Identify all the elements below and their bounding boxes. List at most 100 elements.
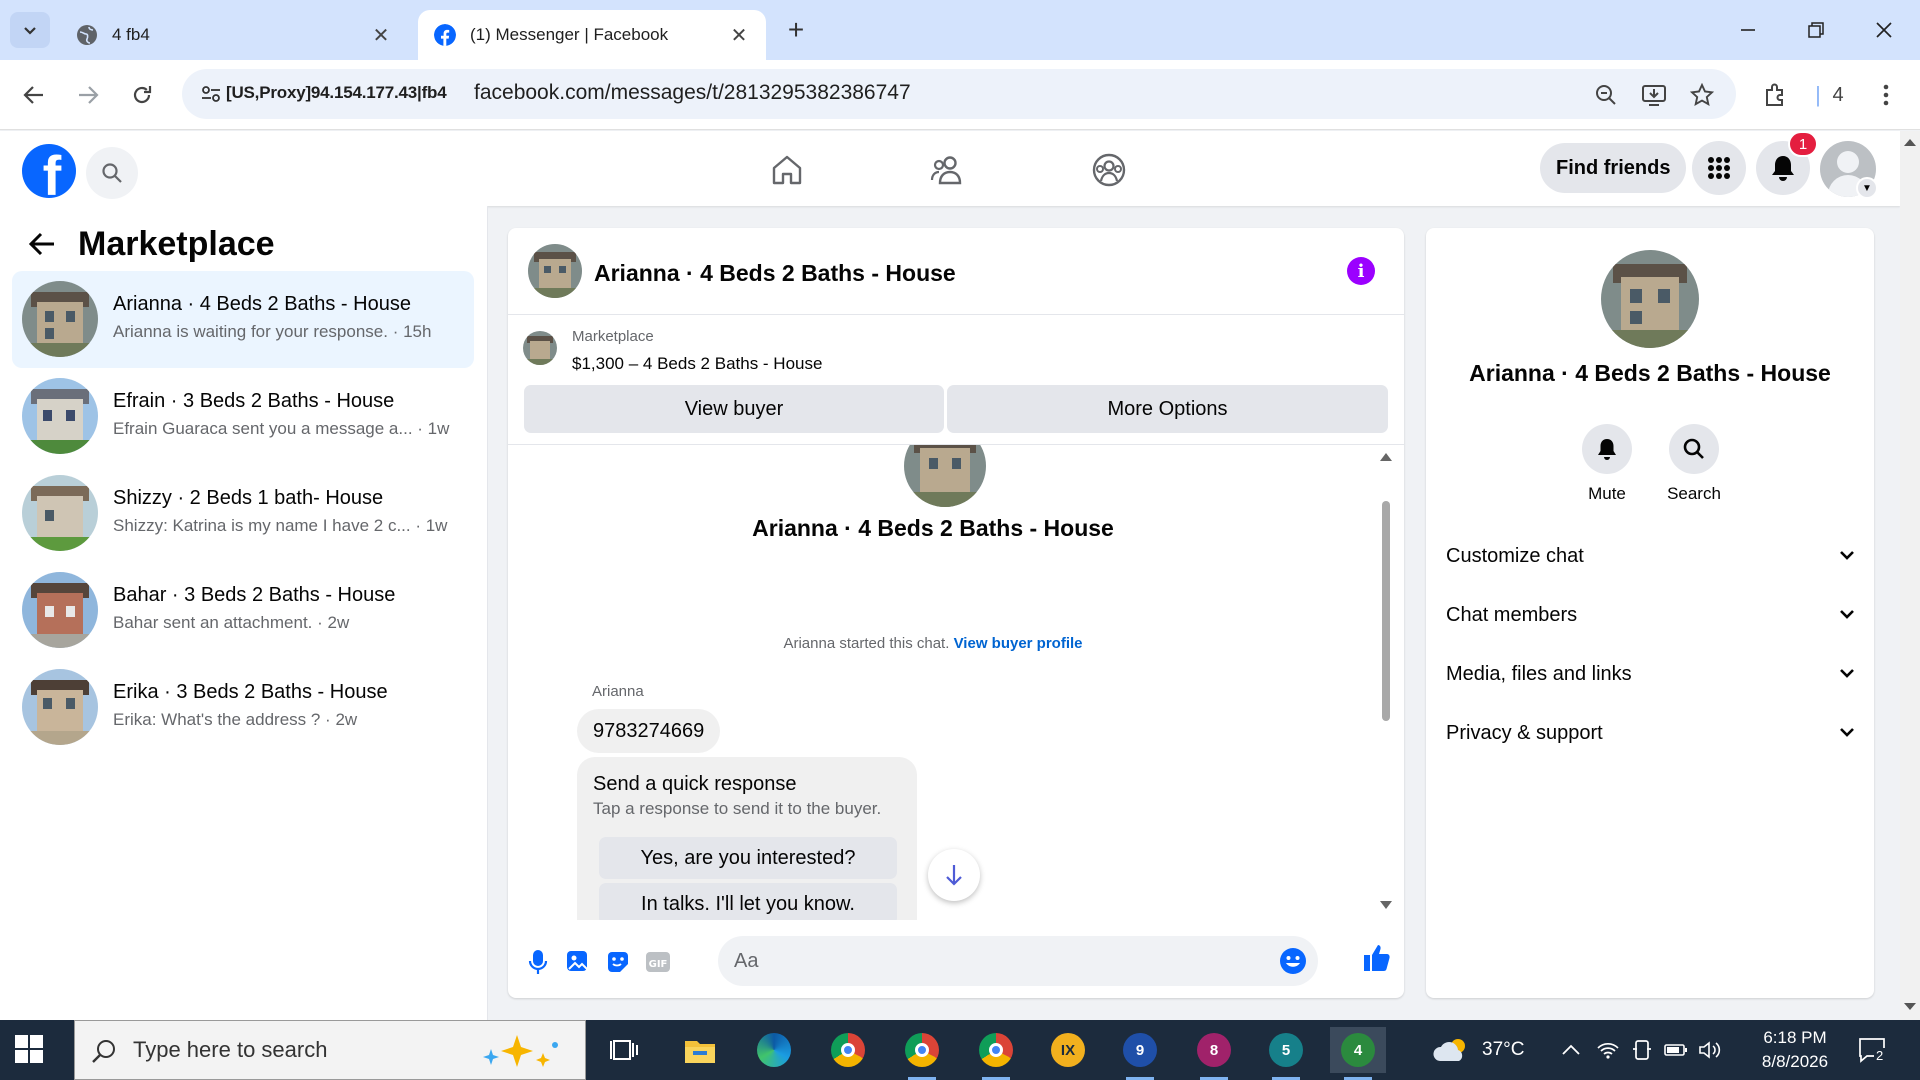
back-arrow-icon[interactable] — [22, 224, 62, 264]
restore-icon — [1808, 22, 1824, 38]
tab-title: 4 fb4 — [112, 25, 150, 44]
minimize-button[interactable] — [1730, 14, 1766, 46]
view-buyer-profile-link[interactable]: View buyer profile — [954, 635, 1083, 652]
sidebar-header: Marketplace — [22, 224, 275, 264]
conversation-item[interactable]: Bahar · 3 Beds 2 Baths - House Bahar sen… — [12, 562, 474, 659]
menu-button[interactable] — [1692, 141, 1746, 195]
tab-fb4[interactable]: 4 fb4 ✕ — [60, 10, 408, 60]
notification-badge: 1 — [1788, 131, 1818, 157]
browser-profile-8-button[interactable]: 8 — [1186, 1027, 1242, 1080]
notification-center-button[interactable]: 2 — [1858, 1036, 1888, 1064]
listing-thumbnail — [22, 281, 98, 357]
info-icon[interactable]: i — [1347, 257, 1375, 285]
edge-button[interactable] — [746, 1027, 802, 1073]
conversation-info-panel: Arianna · 4 Beds 2 Baths - House Mute Se… — [1426, 228, 1874, 998]
url-text[interactable]: facebook.com/messages/t/2813295382386747 — [474, 81, 911, 105]
back-button[interactable] — [16, 77, 52, 113]
mute-button[interactable]: Mute — [1567, 424, 1647, 504]
address-bar[interactable]: [US,Proxy]94.154.177.43|fb4 facebook.com… — [182, 69, 1736, 119]
volume-icon[interactable] — [1698, 1040, 1722, 1060]
facebook-logo-icon[interactable]: f — [22, 144, 76, 198]
chevron-down-icon — [1840, 551, 1854, 560]
message-scrollbar[interactable] — [1378, 453, 1394, 919]
forward-button[interactable] — [70, 77, 106, 113]
facebook-search-button[interactable] — [86, 147, 138, 199]
section-customize-chat[interactable]: Customize chat — [1446, 534, 1854, 578]
section-privacy-support[interactable]: Privacy & support — [1446, 711, 1854, 755]
site-settings-icon[interactable] — [200, 83, 222, 105]
zoom-icon[interactable] — [1592, 81, 1620, 109]
reload-icon — [133, 86, 152, 104]
close-tab-icon[interactable]: ✕ — [728, 24, 750, 47]
chat-started-note: Arianna started this chat. View buyer pr… — [508, 635, 1358, 652]
conversation-item[interactable]: Efrain · 3 Beds 2 Baths - House Efrain G… — [12, 368, 474, 465]
browser-profile-9-button[interactable]: 9 — [1112, 1027, 1168, 1080]
windows-start-icon[interactable] — [14, 1034, 44, 1064]
close-window-button[interactable] — [1866, 14, 1902, 46]
vpn-icon[interactable] — [1632, 1039, 1652, 1061]
section-chat-members[interactable]: Chat members — [1446, 593, 1854, 637]
nav-home[interactable] — [761, 146, 813, 194]
close-tab-icon[interactable]: ✕ — [370, 24, 392, 47]
profile-count-button[interactable]: 4 — [1820, 77, 1856, 113]
battery-icon[interactable] — [1664, 1042, 1688, 1058]
chrome-icon — [831, 1033, 865, 1067]
sticker-icon[interactable] — [602, 946, 634, 978]
browser-menu-button[interactable] — [1868, 77, 1904, 113]
message-bubble[interactable]: 9783274669 — [577, 709, 721, 753]
chat-avatar[interactable] — [528, 244, 582, 298]
restore-button[interactable] — [1798, 14, 1834, 46]
chrome-profile-s-button[interactable] — [894, 1027, 950, 1080]
task-view-button[interactable] — [596, 1027, 652, 1073]
chrome-profile-a-button[interactable] — [968, 1027, 1024, 1080]
browser-toolbar: [US,Proxy]94.154.177.43|fb4 facebook.com… — [0, 60, 1920, 130]
wifi-icon[interactable] — [1596, 1040, 1620, 1060]
view-buyer-button[interactable]: View buyer — [524, 385, 944, 433]
photo-icon[interactable] — [562, 946, 594, 978]
clock[interactable]: 6:18 PM 8/8/2026 — [1740, 1026, 1850, 1074]
microphone-icon[interactable] — [522, 946, 554, 978]
section-media-files-links[interactable]: Media, files and links — [1446, 652, 1854, 696]
thumbs-up-icon[interactable] — [1360, 942, 1392, 974]
taskbar-search-box[interactable]: Type here to search — [74, 1020, 586, 1080]
browser-profile-5-button[interactable]: 5 — [1258, 1027, 1314, 1080]
emoji-icon[interactable] — [1278, 946, 1308, 976]
install-app-icon[interactable] — [1640, 81, 1668, 109]
nav-friends[interactable] — [922, 146, 974, 194]
browser-profile-4-button[interactable]: 4 — [1330, 1027, 1386, 1080]
chevron-up-icon[interactable] — [1562, 1044, 1580, 1056]
conversation-item[interactable]: Erika · 3 Beds 2 Baths - House Erika: Wh… — [12, 659, 474, 756]
tab-messenger[interactable]: (1) Messenger | Facebook ✕ — [418, 10, 766, 60]
chat-panel: Arianna · 4 Beds 2 Baths - House i Marke… — [508, 228, 1404, 998]
grid-menu-icon — [1708, 157, 1730, 179]
quick-response-option[interactable]: Yes, are you interested? — [599, 837, 897, 879]
listing-thumbnail — [523, 331, 557, 365]
bookmark-star-icon[interactable] — [1688, 81, 1716, 109]
tab-title: (1) Messenger | Facebook — [470, 25, 669, 44]
gif-icon[interactable]: GIF — [642, 946, 674, 978]
chrome-button[interactable] — [820, 1027, 876, 1073]
intro-avatar — [904, 445, 986, 507]
weather-widget[interactable]: 37°C — [1432, 1020, 1524, 1080]
account-chevron-icon[interactable]: ▼ — [1856, 177, 1878, 199]
tab-search-button[interactable] — [10, 12, 50, 48]
chat-title[interactable]: Arianna · 4 Beds 2 Baths - House — [594, 260, 956, 287]
find-friends-button[interactable]: Find friends — [1540, 143, 1687, 193]
nav-groups[interactable] — [1083, 146, 1135, 194]
extensions-button[interactable] — [1758, 77, 1794, 113]
search-conversation-button[interactable]: Search — [1654, 424, 1734, 504]
svg-text:GIF: GIF — [649, 959, 668, 970]
conversation-item[interactable]: Shizzy · 2 Beds 1 bath- House Shizzy: Ka… — [12, 465, 474, 562]
scroll-to-bottom-button[interactable] — [928, 849, 980, 901]
more-options-button[interactable]: More Options — [947, 385, 1388, 433]
reload-button[interactable] — [124, 77, 160, 113]
new-tab-button[interactable]: + — [780, 14, 812, 46]
conversation-name: Bahar · 3 Beds 2 Baths - House — [113, 584, 396, 606]
file-explorer-button[interactable] — [672, 1027, 728, 1073]
quick-response-option[interactable]: In talks. I'll let you know. — [599, 883, 897, 920]
listing-title[interactable]: $1,300 – 4 Beds 2 Baths - House — [572, 354, 822, 374]
message-input[interactable]: Aa — [718, 936, 1318, 986]
page-scrollbar[interactable] — [1900, 131, 1920, 1020]
conversation-item[interactable]: Arianna · 4 Beds 2 Baths - House Arianna… — [12, 271, 474, 368]
ix-browser-button[interactable]: IX — [1040, 1027, 1096, 1073]
